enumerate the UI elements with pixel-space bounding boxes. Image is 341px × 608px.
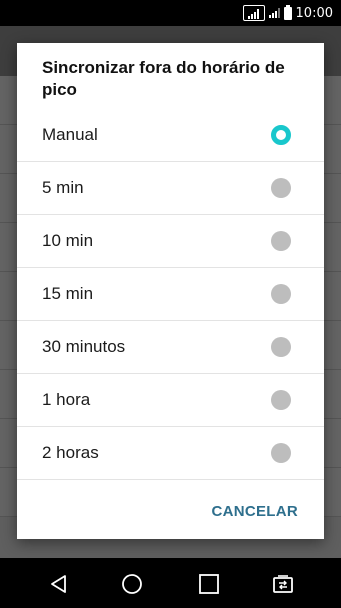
option-label: 1 hora <box>42 390 91 409</box>
option-label: 30 minutos <box>42 337 126 356</box>
cancel-button[interactable]: CANCELAR <box>211 503 298 520</box>
battery-icon <box>283 4 292 20</box>
option-manual[interactable]: Manual <box>17 109 324 162</box>
option-label: 2 horas <box>42 443 99 462</box>
option-label: 10 min <box>42 231 94 250</box>
back-icon[interactable] <box>48 573 70 595</box>
radio-unselected-icon[interactable] <box>271 178 291 198</box>
dual-window-icon[interactable] <box>272 573 294 595</box>
dialog-title: Sincronizar fora do horário de pico <box>42 58 285 99</box>
option-label: 5 min <box>42 178 84 197</box>
radio-unselected-icon[interactable] <box>271 390 291 410</box>
sync-interval-dialog: Sincronizar fora do horário de pico Manu… <box>17 43 324 539</box>
radio-unselected-icon[interactable] <box>271 443 291 463</box>
option-2-horas[interactable]: 2 horas <box>17 427 324 480</box>
home-icon[interactable] <box>121 573 143 595</box>
option-15-min[interactable]: 15 min <box>17 268 324 321</box>
status-time: 10:00 <box>295 5 333 21</box>
radio-unselected-icon[interactable] <box>271 231 291 251</box>
status-icons: 10:00 <box>242 0 333 26</box>
radio-selected-icon[interactable] <box>271 125 291 145</box>
status-bar: 10:00 <box>0 0 341 26</box>
recents-icon[interactable] <box>198 573 220 595</box>
sim1-signal-icon <box>242 5 265 21</box>
option-label: Manual <box>42 125 98 144</box>
option-5-min[interactable]: 5 min <box>17 162 324 215</box>
radio-unselected-icon[interactable] <box>271 337 291 357</box>
options-list: Manual 5 min 10 min 15 min 30 minutos 1 … <box>17 109 324 480</box>
sim2-signal-icon <box>268 8 280 18</box>
option-10-min[interactable]: 10 min <box>17 215 324 268</box>
option-30-minutos[interactable]: 30 minutos <box>17 321 324 374</box>
navigation-bar <box>0 558 341 608</box>
option-label: 15 min <box>42 284 94 303</box>
radio-unselected-icon[interactable] <box>271 284 291 304</box>
option-1-hora[interactable]: 1 hora <box>17 374 324 427</box>
